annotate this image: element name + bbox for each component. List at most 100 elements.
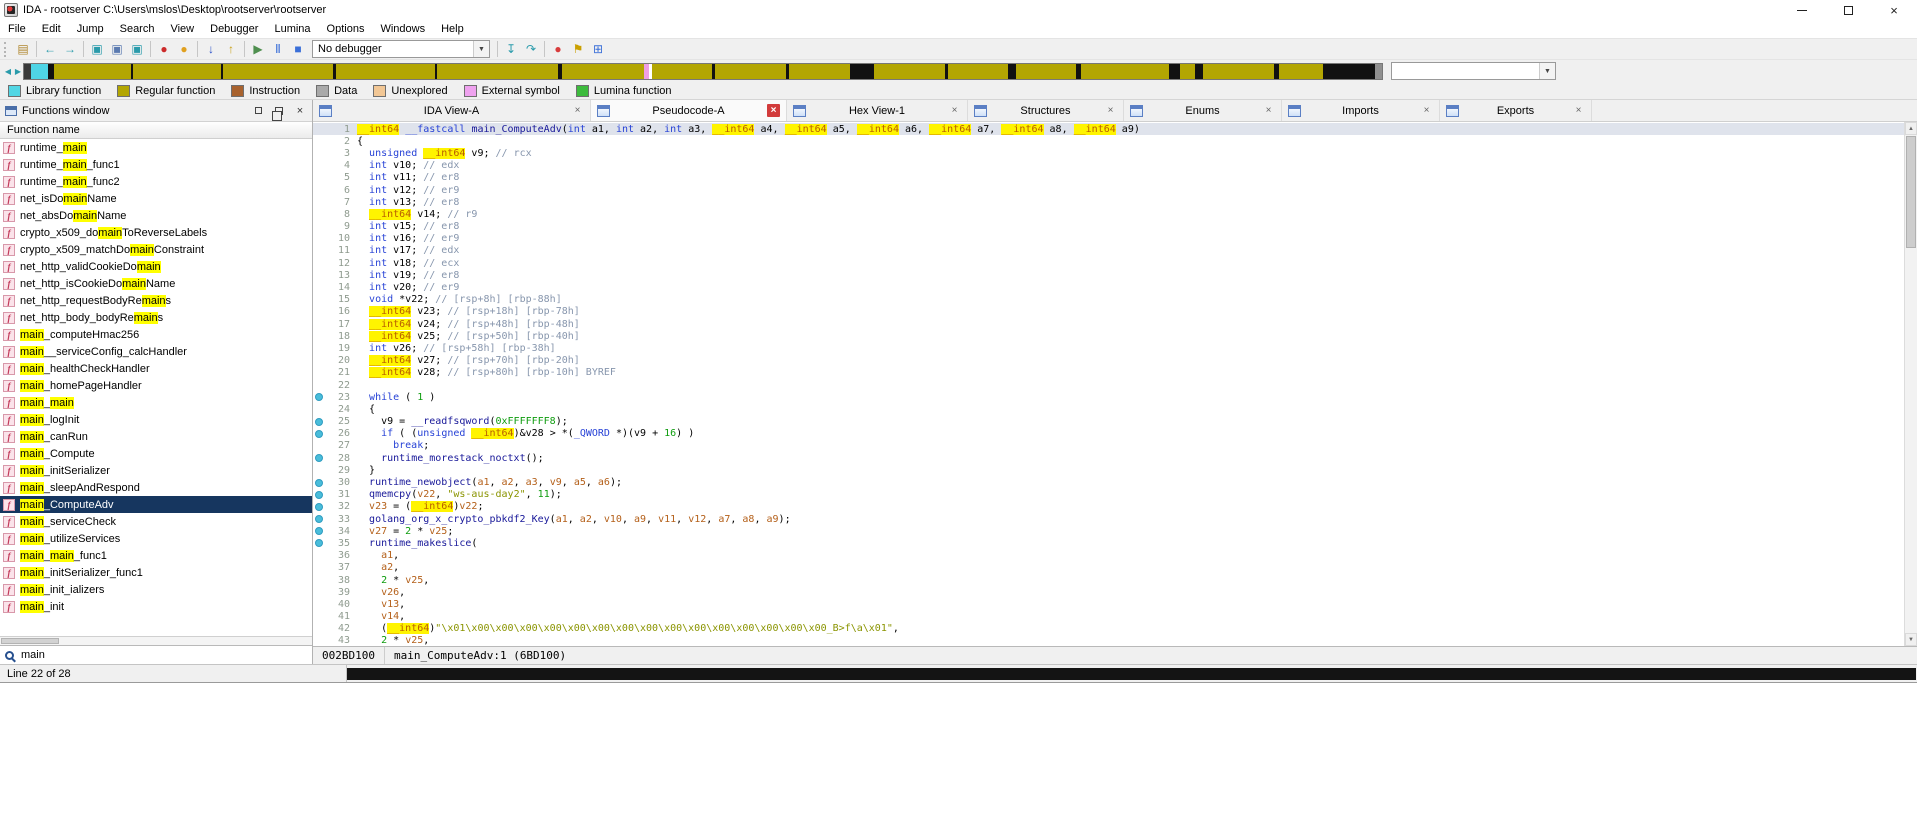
windows-list-icon[interactable]: ▣ xyxy=(107,40,127,59)
jump-prev-icon[interactable]: ↑ xyxy=(221,40,241,59)
scroll-up-icon[interactable]: ▲ xyxy=(1905,122,1917,135)
tab-close-icon[interactable]: × xyxy=(1104,104,1117,117)
tab-hex-view-1[interactable]: Hex View-1 × xyxy=(787,100,968,121)
jump-next-icon[interactable]: ↓ xyxy=(201,40,221,59)
code-line-5[interactable]: 5 int v11; // er8 xyxy=(313,172,1904,184)
code-line-7[interactable]: 7 int v13; // er8 xyxy=(313,196,1904,208)
function-row[interactable]: f main_main xyxy=(0,394,312,411)
hscrollbar-thumb-dark[interactable] xyxy=(347,668,1916,680)
function-row[interactable]: f main_canRun xyxy=(0,428,312,445)
navigation-band[interactable] xyxy=(23,62,1383,80)
tab-enums[interactable]: Enums × xyxy=(1124,100,1282,121)
back-icon[interactable]: ← xyxy=(40,40,60,59)
code-line-10[interactable]: 10 int v16; // er9 xyxy=(313,233,1904,245)
code-line-12[interactable]: 12 int v18; // ecx xyxy=(313,257,1904,269)
code-line-35[interactable]: 35 runtime_makeslice( xyxy=(313,537,1904,549)
function-row[interactable]: f runtime_main_func1 xyxy=(0,156,312,173)
code-line-14[interactable]: 14 int v20; // er9 xyxy=(313,281,1904,293)
flag-icon[interactable]: ⚑ xyxy=(568,40,588,59)
code-line-34[interactable]: 34 v27 = 2 * v25; xyxy=(313,525,1904,537)
tab-close-icon[interactable]: × xyxy=(571,104,584,117)
pseudocode-hscrollbar[interactable] xyxy=(347,665,1917,682)
code-line-15[interactable]: 15 void *v22; // [rsp+8h] [rbp-88h] xyxy=(313,294,1904,306)
menu-windows[interactable]: Windows xyxy=(372,20,433,38)
tab-pseudocode-a[interactable]: Pseudocode-A × xyxy=(591,100,787,121)
vertical-scrollbar[interactable]: ▲ ▼ xyxy=(1904,122,1917,646)
code-line-30[interactable]: 30 runtime_newobject(a1, a2, a3, v9, a5,… xyxy=(313,476,1904,488)
function-name-column-header[interactable]: Function name xyxy=(0,122,312,139)
code-line-3[interactable]: 3 unsigned __int64 v9; // rcx xyxy=(313,147,1904,159)
function-row[interactable]: f main_initSerializer xyxy=(0,462,312,479)
tab-imports[interactable]: Imports × xyxy=(1282,100,1440,121)
tab-ida-view-a[interactable]: IDA View-A × xyxy=(313,100,591,121)
code-line-19[interactable]: 19 int v26; // [rsp+58h] [rbp-38h] xyxy=(313,342,1904,354)
code-line-38[interactable]: 38 2 * v25, xyxy=(313,574,1904,586)
function-row[interactable]: f crypto_x509_matchDomainConstraint xyxy=(0,241,312,258)
function-row[interactable]: f main__serviceConfig_calcHandler xyxy=(0,343,312,360)
code-line-40[interactable]: 40 v13, xyxy=(313,598,1904,610)
navband-right-arrow-icon[interactable]: ▶ xyxy=(13,63,23,79)
forward-icon[interactable]: → xyxy=(60,40,80,59)
code-line-43[interactable]: 43 2 * v25, xyxy=(313,635,1904,646)
function-row[interactable]: f main_ComputeAdv xyxy=(0,496,312,513)
menu-lumina[interactable]: Lumina xyxy=(266,20,318,38)
tab-structures[interactable]: Structures × xyxy=(968,100,1124,121)
menu-jump[interactable]: Jump xyxy=(69,20,112,38)
menu-search[interactable]: Search xyxy=(112,20,163,38)
new-file-icon[interactable]: ▤ xyxy=(13,40,33,59)
code-line-32[interactable]: 32 v23 = (__int64)v22; xyxy=(313,501,1904,513)
code-line-36[interactable]: 36 a1, xyxy=(313,550,1904,562)
code-line-18[interactable]: 18 __int64 v25; // [rsp+50h] [rbp-40h] xyxy=(313,330,1904,342)
function-row[interactable]: f main_main_func1 xyxy=(0,547,312,564)
tab-close-icon[interactable]: × xyxy=(1420,104,1433,117)
code-line-24[interactable]: 24 { xyxy=(313,403,1904,415)
function-row[interactable]: f crypto_x509_domainToReverseLabels xyxy=(0,224,312,241)
tab-close-icon[interactable]: × xyxy=(1572,104,1585,117)
analysis-indicator-icon[interactable]: ● xyxy=(174,40,194,59)
restore-panel-button[interactable] xyxy=(251,104,265,118)
function-row[interactable]: f net_http_validCookieDomain xyxy=(0,258,312,275)
function-row[interactable]: f main_init_ializers xyxy=(0,581,312,598)
function-row[interactable]: f main_utilizeServices xyxy=(0,530,312,547)
code-line-1[interactable]: 1 __int64 __fastcall main_ComputeAdv(int … xyxy=(313,123,1904,136)
function-row[interactable]: f main_Compute xyxy=(0,445,312,462)
code-line-27[interactable]: 27 break; xyxy=(313,440,1904,452)
code-line-41[interactable]: 41 v14, xyxy=(313,611,1904,623)
tab-close-icon[interactable]: × xyxy=(766,104,780,117)
function-row[interactable]: f main_homePageHandler xyxy=(0,377,312,394)
desktop-icon[interactable]: ▣ xyxy=(87,40,107,59)
function-row[interactable]: f main_initSerializer_func1 xyxy=(0,564,312,581)
function-row[interactable]: f net_http_body_bodyRemains xyxy=(0,309,312,326)
code-line-17[interactable]: 17 __int64 v24; // [rsp+48h] [rbp-48h] xyxy=(313,318,1904,330)
scrollbar-track[interactable] xyxy=(1905,249,1917,633)
close-panel-button[interactable]: × xyxy=(293,104,307,118)
step-over-icon[interactable]: ↷ xyxy=(521,40,541,59)
function-row[interactable]: f net_absDomainName xyxy=(0,207,312,224)
function-row[interactable]: f main_sleepAndRespond xyxy=(0,479,312,496)
code-line-16[interactable]: 16 __int64 v23; // [rsp+18h] [rbp-78h] xyxy=(313,306,1904,318)
code-line-33[interactable]: 33 golang_org_x_crypto_pbkdf2_Key(a1, a2… xyxy=(313,513,1904,525)
code-line-29[interactable]: 29 } xyxy=(313,464,1904,476)
stop-analysis-icon[interactable]: ● xyxy=(154,40,174,59)
navband-search-combo[interactable]: ▼ xyxy=(1391,62,1556,80)
code-line-28[interactable]: 28 runtime_morestack_noctxt(); xyxy=(313,452,1904,464)
options-grid-icon[interactable]: ⊞ xyxy=(588,40,608,59)
function-row[interactable]: f main_logInit xyxy=(0,411,312,428)
code-line-37[interactable]: 37 a2, xyxy=(313,562,1904,574)
close-button[interactable]: × xyxy=(1871,0,1917,20)
tab-exports[interactable]: Exports × xyxy=(1440,100,1592,121)
code-line-8[interactable]: 8 __int64 v14; // r9 xyxy=(313,208,1904,220)
menu-debugger[interactable]: Debugger xyxy=(202,20,266,38)
function-row[interactable]: f main_healthCheckHandler xyxy=(0,360,312,377)
code-line-20[interactable]: 20 __int64 v27; // [rsp+70h] [rbp-20h] xyxy=(313,355,1904,367)
pseudocode-area[interactable]: 1 __int64 __fastcall main_ComputeAdv(int … xyxy=(313,122,1904,646)
debugger-select[interactable]: No debugger ▼ xyxy=(312,40,490,58)
code-line-31[interactable]: 31 qmemcpy(v22, "ws-aus-day2", 11); xyxy=(313,489,1904,501)
code-line-23[interactable]: 23 while ( 1 ) xyxy=(313,391,1904,403)
step-into-icon[interactable]: ↧ xyxy=(501,40,521,59)
pause-process-icon[interactable]: Ⅱ xyxy=(268,40,288,59)
functions-window-header[interactable]: Functions window × xyxy=(0,100,312,122)
menu-edit[interactable]: Edit xyxy=(34,20,69,38)
code-line-25[interactable]: 25 v9 = __readfsqword(0xFFFFFFF8); xyxy=(313,416,1904,428)
code-line-26[interactable]: 26 if ( (unsigned __int64)&v28 > *(_QWOR… xyxy=(313,428,1904,440)
